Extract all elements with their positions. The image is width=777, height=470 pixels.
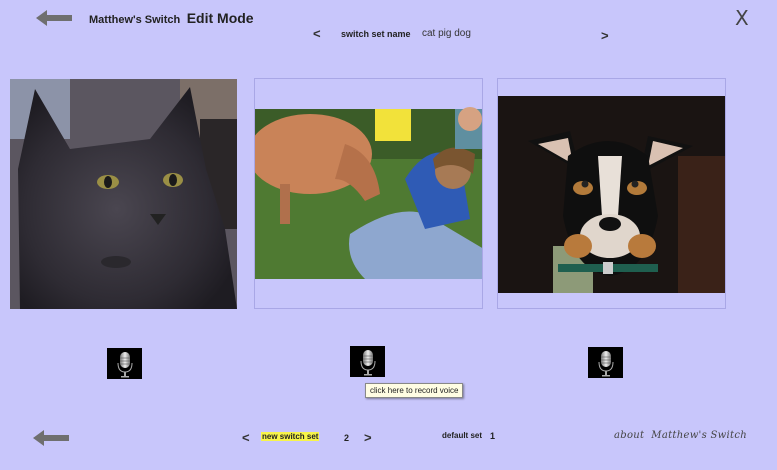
microphone-icon: [117, 351, 132, 377]
microphone-icon: [360, 349, 375, 375]
page-title: Matthew's Switch Edit Mode: [89, 10, 254, 28]
microphone-icon: [598, 350, 613, 376]
app-name: Matthew's Switch: [89, 14, 181, 26]
gray-cat-photo: [10, 79, 237, 309]
close-button[interactable]: X: [735, 6, 749, 30]
switch-card-3[interactable]: [497, 78, 726, 309]
about-link[interactable]: about Matthew's Switch: [614, 430, 747, 441]
black-and-tan-dog-photo: [498, 79, 725, 308]
switch-card-1[interactable]: [10, 79, 237, 309]
record-voice-button-3[interactable]: [588, 347, 623, 378]
back-arrow-icon[interactable]: [33, 429, 69, 447]
switch-set-name-label: switch set name: [341, 29, 411, 39]
record-voice-button-1[interactable]: [107, 348, 142, 379]
switch-set-name-value[interactable]: cat pig dog: [422, 28, 471, 39]
switch-card-2[interactable]: [254, 78, 483, 309]
pig-and-child-photo: [255, 79, 482, 308]
record-voice-tooltip: click here to record voice: [365, 383, 464, 398]
default-set-value[interactable]: 1: [490, 431, 495, 441]
record-voice-button-2[interactable]: [350, 346, 385, 377]
new-switch-set-button[interactable]: new switch set: [261, 432, 320, 441]
footer-next-button[interactable]: >: [364, 430, 372, 445]
set-number: 2: [344, 433, 350, 443]
default-set-label: default set: [442, 431, 483, 440]
mode-label: Edit Mode: [186, 10, 254, 26]
back-arrow-icon[interactable]: [36, 9, 72, 27]
next-set-button[interactable]: >: [601, 28, 609, 43]
prev-set-button[interactable]: <: [313, 26, 321, 41]
footer-prev-button[interactable]: <: [242, 430, 250, 445]
